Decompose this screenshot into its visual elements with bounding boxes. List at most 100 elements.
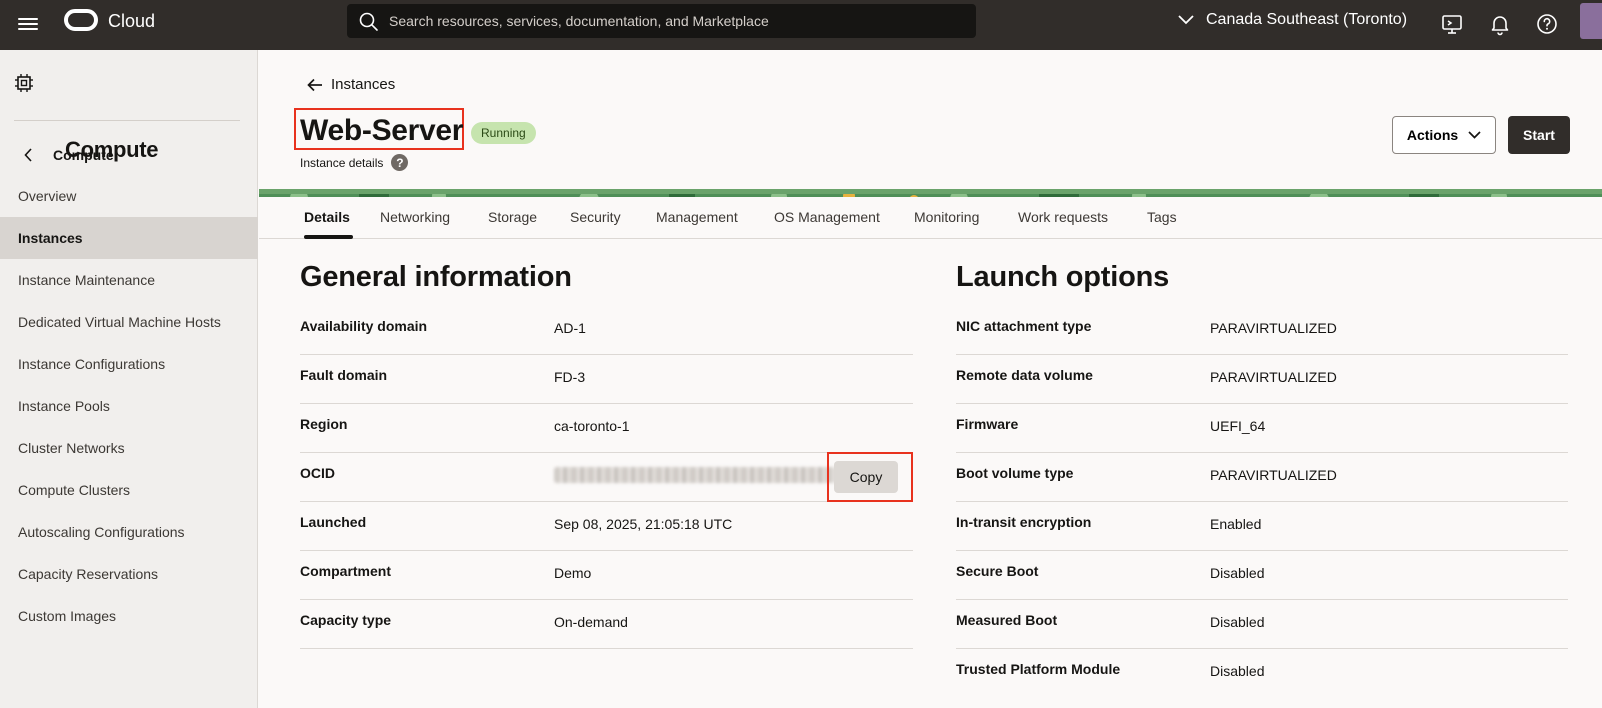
- page-subtitle: Instance details ?: [300, 154, 409, 171]
- launch-key: Secure Boot: [956, 563, 1039, 579]
- help-icon[interactable]: [1535, 12, 1559, 36]
- sidebar-nav: Overview Instances Instance Maintenance …: [0, 175, 258, 637]
- info-value: Demo: [554, 565, 592, 581]
- sidebar-item-capacity-reservations[interactable]: Capacity Reservations: [0, 553, 258, 595]
- user-avatar[interactable]: [1580, 3, 1602, 39]
- search-input[interactable]: [389, 10, 959, 32]
- tab-details[interactable]: Details: [304, 209, 350, 225]
- launch-row-trusted-platform-module: Trusted Platform Module Disabled: [956, 649, 1568, 698]
- info-row-availability-domain: Availability domain AD-1: [300, 306, 913, 355]
- launch-key: Trusted Platform Module: [956, 661, 1121, 677]
- info-row-fault-domain: Fault domain FD-3: [300, 355, 913, 404]
- sidebar-item-autoscaling-configurations[interactable]: Autoscaling Configurations: [0, 511, 258, 553]
- chip-icon: [15, 74, 33, 92]
- sidebar: Compute Compute Overview Instances Insta…: [0, 50, 258, 708]
- main-content: Instances Web-Server Running Instance de…: [259, 50, 1602, 708]
- launch-key: Remote data volume: [956, 367, 1093, 383]
- launch-value: UEFI_64: [1210, 418, 1266, 434]
- launch-row-firmware: Firmware UEFI_64: [956, 404, 1568, 453]
- tab-tags[interactable]: Tags: [1147, 209, 1177, 225]
- copy-ocid-button[interactable]: Copy: [834, 461, 898, 493]
- ocid-value-redacted: [554, 467, 837, 483]
- launch-key: Measured Boot: [956, 612, 1058, 628]
- tab-security[interactable]: Security: [570, 209, 621, 225]
- info-row-compartment: Compartment Demo: [300, 551, 913, 600]
- launch-value: Disabled: [1210, 614, 1265, 630]
- sidebar-item-instance-configurations[interactable]: Instance Configurations: [0, 343, 258, 385]
- tab-os-management[interactable]: OS Management: [774, 209, 880, 225]
- region-label: Canada Southeast (Toronto): [1206, 11, 1408, 28]
- active-tab-indicator: [304, 235, 353, 239]
- tab-work-requests[interactable]: Work requests: [1018, 209, 1108, 225]
- launch-value: PARAVIRTUALIZED: [1210, 320, 1337, 336]
- launch-row-in-transit-encryption: In-transit encryption Enabled: [956, 502, 1568, 551]
- actions-label: Actions: [1406, 127, 1459, 143]
- info-key: Fault domain: [300, 367, 388, 383]
- info-value: FD-3: [554, 369, 586, 385]
- sidebar-item-compute-clusters[interactable]: Compute Clusters: [0, 469, 258, 511]
- tab-storage[interactable]: Storage: [488, 209, 537, 225]
- tab-management[interactable]: Management: [656, 209, 738, 225]
- launch-key: NIC attachment type: [956, 318, 1092, 334]
- breadcrumb[interactable]: Instances: [307, 76, 395, 93]
- launch-row-nic-attachment-type: NIC attachment type PARAVIRTUALIZED: [956, 306, 1568, 355]
- sidebar-item-instance-pools[interactable]: Instance Pools: [0, 385, 258, 427]
- sidebar-item-instance-maintenance[interactable]: Instance Maintenance: [0, 259, 258, 301]
- subtitle-text: Instance details: [300, 155, 384, 170]
- decorative-banner: [259, 189, 1602, 197]
- tab-bar: Details Networking Storage Security Mana…: [259, 197, 1602, 239]
- launch-options-heading: Launch options: [956, 261, 1170, 293]
- menu-icon[interactable]: [18, 15, 38, 35]
- chevron-down-icon: [1178, 15, 1194, 25]
- start-button[interactable]: Start: [1508, 116, 1570, 154]
- launch-value: PARAVIRTUALIZED: [1210, 369, 1337, 385]
- page-title: Web-Server: [300, 114, 464, 147]
- search-bar[interactable]: [347, 4, 976, 38]
- bell-icon[interactable]: [1488, 12, 1512, 36]
- cloud-shell-icon[interactable]: [1440, 12, 1464, 36]
- sidebar-back-link[interactable]: Compute: [24, 147, 114, 163]
- sidebar-divider: [14, 120, 240, 121]
- tab-monitoring[interactable]: Monitoring: [914, 209, 979, 225]
- sidebar-item-instances[interactable]: Instances: [0, 217, 258, 259]
- arrow-left-icon: [307, 78, 322, 91]
- sidebar-back-label: Compute: [53, 147, 114, 163]
- launch-value: Enabled: [1210, 516, 1262, 532]
- actions-button[interactable]: Actions: [1392, 116, 1496, 154]
- oracle-logo-icon[interactable]: [64, 9, 98, 31]
- region-selector[interactable]: Canada Southeast (Toronto): [1178, 11, 1407, 29]
- info-value: AD-1: [554, 320, 586, 336]
- launch-value: Disabled: [1210, 565, 1265, 581]
- launch-value: Disabled: [1210, 663, 1265, 679]
- info-value: ca-toronto-1: [554, 418, 630, 434]
- info-key: Capacity type: [300, 612, 392, 628]
- sidebar-item-dedicated-vm-hosts[interactable]: Dedicated Virtual Machine Hosts: [0, 301, 258, 343]
- info-key: OCID: [300, 465, 335, 481]
- top-bar: Cloud Canada Southeast (Toronto): [0, 0, 1602, 50]
- sidebar-item-overview[interactable]: Overview: [0, 175, 258, 217]
- launch-row-secure-boot: Secure Boot Disabled: [956, 551, 1568, 600]
- launch-key: Boot volume type: [956, 465, 1074, 481]
- question-icon[interactable]: ?: [391, 154, 409, 171]
- launch-value: PARAVIRTUALIZED: [1210, 467, 1337, 483]
- breadcrumb-label: Instances: [331, 76, 396, 93]
- chevron-down-icon: [1468, 131, 1481, 139]
- info-row-capacity-type: Capacity type On-demand: [300, 600, 913, 649]
- sidebar-item-custom-images[interactable]: Custom Images: [0, 595, 258, 637]
- info-row-region: Region ca-toronto-1: [300, 404, 913, 453]
- info-key: Availability domain: [300, 318, 428, 334]
- launch-row-measured-boot: Measured Boot Disabled: [956, 600, 1568, 649]
- sidebar-header: Compute: [14, 73, 159, 162]
- brand-name[interactable]: Cloud: [108, 11, 155, 32]
- search-icon: [359, 12, 378, 31]
- tab-networking[interactable]: Networking: [380, 209, 450, 225]
- launch-key: Firmware: [956, 416, 1019, 432]
- launch-row-boot-volume-type: Boot volume type PARAVIRTUALIZED: [956, 453, 1568, 502]
- general-information-heading: General information: [300, 261, 572, 293]
- info-key: Compartment: [300, 563, 392, 579]
- info-value: On-demand: [554, 614, 628, 630]
- sidebar-item-cluster-networks[interactable]: Cluster Networks: [0, 427, 258, 469]
- info-key: Region: [300, 416, 348, 432]
- info-row-launched: Launched Sep 08, 2025, 21:05:18 UTC: [300, 502, 913, 551]
- chevron-left-icon: [24, 148, 32, 162]
